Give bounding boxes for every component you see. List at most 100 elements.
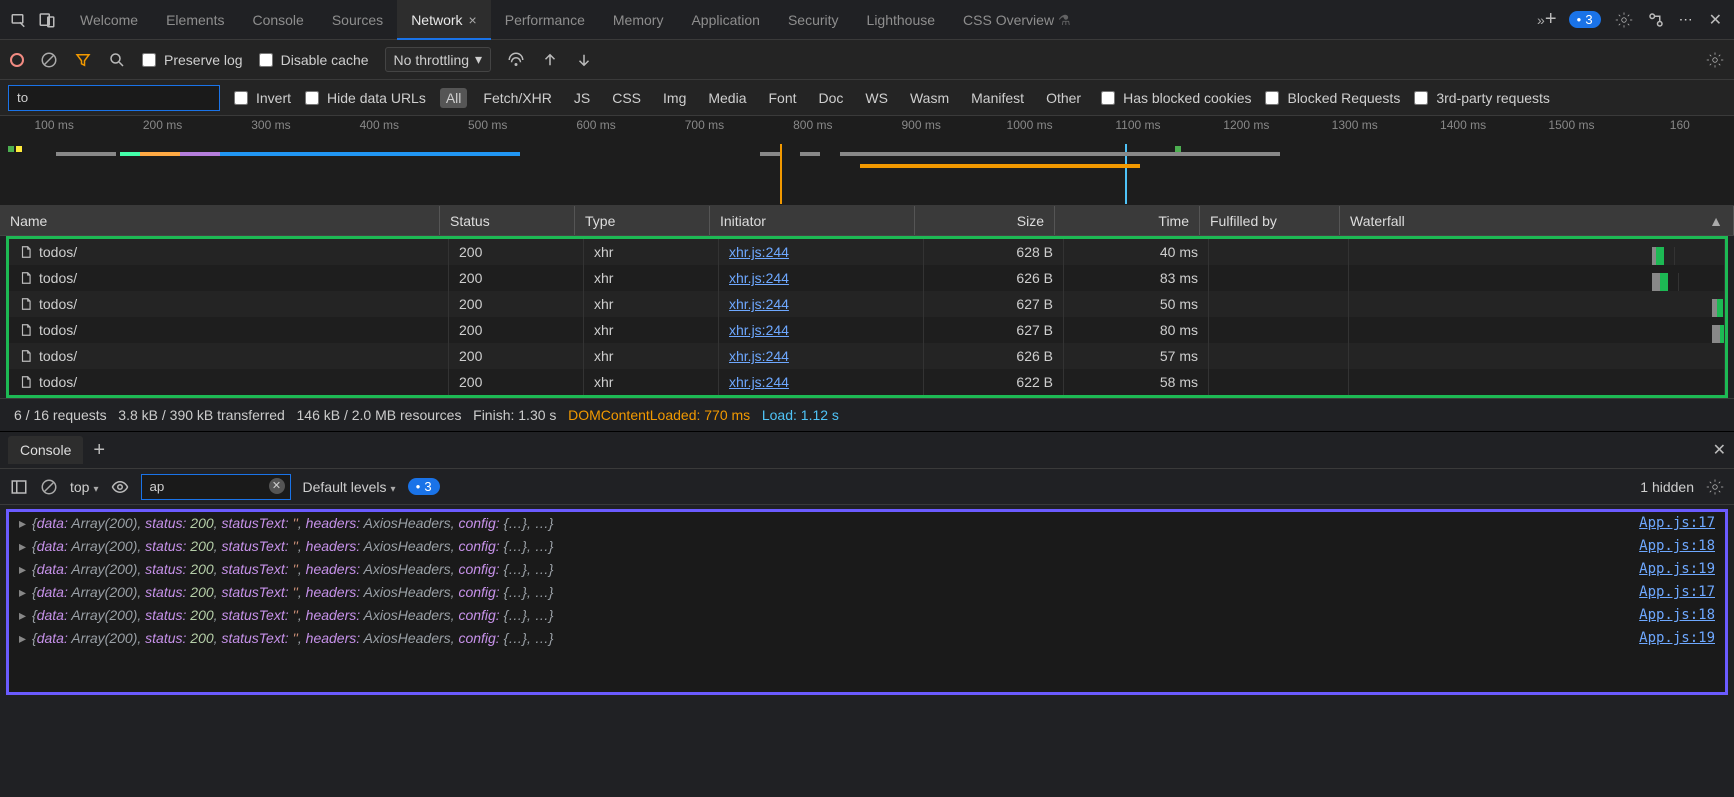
type-filter-fetchxhr[interactable]: Fetch/XHR — [477, 88, 557, 108]
kebab-menu-icon[interactable]: ⋯ — [1679, 11, 1695, 28]
tab-performance[interactable]: Performance — [491, 0, 599, 40]
source-link[interactable]: App.js:18 — [1639, 607, 1715, 624]
console-log-line[interactable]: ▸{data: Array(200), status: 200, statusT… — [9, 535, 1725, 558]
tab-css-overview[interactable]: CSS Overview ⚗ — [949, 0, 1084, 40]
third-party-checkbox[interactable]: 3rd-party requests — [1414, 90, 1550, 106]
expand-icon[interactable]: ▸ — [19, 584, 26, 600]
request-row[interactable]: todos/200xhrxhr.js:244626 B57 ms — [9, 343, 1725, 369]
type-filter-manifest[interactable]: Manifest — [965, 88, 1030, 108]
has-blocked-cookies-checkbox[interactable]: Has blocked cookies — [1101, 90, 1251, 106]
type-filter-doc[interactable]: Doc — [813, 88, 850, 108]
source-link[interactable]: App.js:19 — [1639, 561, 1715, 578]
clear-console-button[interactable] — [40, 478, 58, 496]
throttling-select[interactable]: No throttling▾ — [385, 47, 492, 72]
console-sidebar-toggle-icon[interactable] — [10, 478, 28, 496]
record-button[interactable] — [10, 53, 24, 67]
console-log-line[interactable]: ▸{data: Array(200), status: 200, statusT… — [9, 581, 1725, 604]
add-tab-button[interactable]: + — [1545, 8, 1557, 31]
expand-icon[interactable]: ▸ — [19, 630, 26, 646]
source-link[interactable]: App.js:17 — [1639, 515, 1715, 532]
console-issues-badge[interactable]: 3 — [408, 478, 440, 495]
tab-console[interactable]: Console — [238, 0, 317, 40]
tab-sources[interactable]: Sources — [318, 0, 397, 40]
device-toggle-icon[interactable] — [38, 11, 56, 29]
type-filter-css[interactable]: CSS — [606, 88, 647, 108]
expand-icon[interactable]: ▸ — [19, 561, 26, 577]
expand-icon[interactable]: ▸ — [19, 607, 26, 623]
clear-button[interactable] — [40, 51, 58, 69]
col-waterfall[interactable]: Waterfall▲ — [1340, 206, 1734, 235]
tab-security[interactable]: Security — [774, 0, 853, 40]
close-tab-icon[interactable]: × — [469, 12, 477, 28]
filter-icon[interactable] — [74, 51, 92, 69]
type-filter-js[interactable]: JS — [568, 88, 596, 108]
col-status[interactable]: Status — [440, 206, 575, 235]
console-log-line[interactable]: ▸{data: Array(200), status: 200, statusT… — [9, 604, 1725, 627]
filter-input[interactable] — [8, 85, 220, 111]
tab-network[interactable]: Network× — [397, 0, 491, 40]
tab-lighthouse[interactable]: Lighthouse — [853, 0, 950, 40]
more-tabs-chevron-icon[interactable]: » — [1537, 12, 1545, 28]
blocked-requests-checkbox[interactable]: Blocked Requests — [1265, 90, 1400, 106]
initiator-link[interactable]: xhr.js:244 — [729, 322, 789, 338]
request-row[interactable]: todos/200xhrxhr.js:244627 B80 ms — [9, 317, 1725, 343]
preserve-log-checkbox[interactable]: Preserve log — [142, 52, 243, 68]
timeline-overview[interactable]: 100 ms200 ms300 ms400 ms500 ms600 ms700 … — [0, 116, 1734, 206]
col-type[interactable]: Type — [575, 206, 710, 235]
console-log-line[interactable]: ▸{data: Array(200), status: 200, statusT… — [9, 627, 1725, 650]
col-size[interactable]: Size — [915, 206, 1055, 235]
type-filter-ws[interactable]: WS — [859, 88, 894, 108]
inspect-icon[interactable] — [10, 11, 28, 29]
tab-elements[interactable]: Elements — [152, 0, 238, 40]
close-drawer-icon[interactable]: ✕ — [1713, 440, 1726, 460]
live-expression-icon[interactable] — [111, 478, 129, 496]
settings-gear-icon[interactable] — [1615, 11, 1633, 29]
network-settings-gear-icon[interactable] — [1706, 51, 1724, 69]
dock-side-icon[interactable] — [1647, 11, 1665, 29]
add-drawer-tab-button[interactable]: + — [93, 439, 105, 462]
console-drawer-tab[interactable]: Console — [8, 436, 83, 464]
col-fulfilled[interactable]: Fulfilled by — [1200, 206, 1340, 235]
type-filter-other[interactable]: Other — [1040, 88, 1087, 108]
expand-icon[interactable]: ▸ — [19, 538, 26, 554]
initiator-link[interactable]: xhr.js:244 — [729, 244, 789, 260]
tab-welcome[interactable]: Welcome — [66, 0, 152, 40]
search-icon[interactable] — [108, 51, 126, 69]
type-filter-media[interactable]: Media — [702, 88, 752, 108]
initiator-link[interactable]: xhr.js:244 — [729, 348, 789, 364]
source-link[interactable]: App.js:19 — [1639, 630, 1715, 647]
import-har-icon[interactable] — [541, 51, 559, 69]
log-levels-select[interactable]: Default levels — [303, 479, 396, 495]
console-log-line[interactable]: ▸{data: Array(200), status: 200, statusT… — [9, 512, 1725, 535]
source-link[interactable]: App.js:18 — [1639, 538, 1715, 555]
tab-application[interactable]: Application — [677, 0, 774, 40]
context-select[interactable]: top — [70, 479, 99, 495]
expand-icon[interactable]: ▸ — [19, 515, 26, 531]
col-initiator[interactable]: Initiator — [710, 206, 915, 235]
initiator-link[interactable]: xhr.js:244 — [729, 270, 789, 286]
console-filter-input[interactable] — [141, 474, 291, 500]
export-har-icon[interactable] — [575, 51, 593, 69]
type-filter-font[interactable]: Font — [763, 88, 803, 108]
issues-badge[interactable]: 3 — [1569, 11, 1601, 28]
invert-checkbox[interactable]: Invert — [234, 90, 291, 106]
console-log-line[interactable]: ▸{data: Array(200), status: 200, statusT… — [9, 558, 1725, 581]
source-link[interactable]: App.js:17 — [1639, 584, 1715, 601]
network-conditions-icon[interactable] — [507, 51, 525, 69]
initiator-link[interactable]: xhr.js:244 — [729, 296, 789, 312]
request-row[interactable]: todos/200xhrxhr.js:244622 B58 ms — [9, 369, 1725, 395]
clear-filter-icon[interactable]: ✕ — [269, 478, 285, 494]
tab-memory[interactable]: Memory — [599, 0, 678, 40]
close-devtools-icon[interactable]: ✕ — [1709, 10, 1722, 30]
request-row[interactable]: todos/200xhrxhr.js:244628 B40 ms — [9, 239, 1725, 265]
type-filter-wasm[interactable]: Wasm — [904, 88, 955, 108]
console-settings-gear-icon[interactable] — [1706, 478, 1724, 496]
request-row[interactable]: todos/200xhrxhr.js:244627 B50 ms — [9, 291, 1725, 317]
hide-data-urls-checkbox[interactable]: Hide data URLs — [305, 90, 426, 106]
type-filter-all[interactable]: All — [440, 88, 468, 108]
type-filter-img[interactable]: Img — [657, 88, 692, 108]
disable-cache-checkbox[interactable]: Disable cache — [259, 52, 369, 68]
initiator-link[interactable]: xhr.js:244 — [729, 374, 789, 390]
request-row[interactable]: todos/200xhrxhr.js:244626 B83 ms — [9, 265, 1725, 291]
col-time[interactable]: Time — [1055, 206, 1200, 235]
